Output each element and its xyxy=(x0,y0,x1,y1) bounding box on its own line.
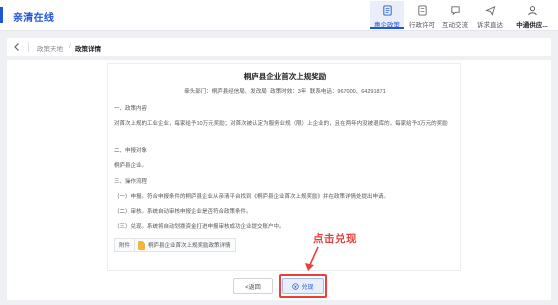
attachment-row: 附件 桐庐县企业首次上规奖励政策详情 xyxy=(114,238,236,252)
attachment-link[interactable]: 桐庐县企业首次上规奖励政策详情 xyxy=(135,240,235,250)
nav-item-label: 互动交流 xyxy=(442,22,468,29)
policy-doc-icon xyxy=(382,5,392,16)
attachment-name: 桐庐县企业首次上规奖励政策详情 xyxy=(148,243,231,249)
nav-item-label: 诉求直达 xyxy=(477,22,503,29)
process-step: （三）兑现。系统将自动划拨资金打进申报审核成功企业提交账户中。 xyxy=(114,224,285,230)
section-heading: 一、政策内容 xyxy=(114,106,148,112)
policy-title: 桐庐县企业首次上规奖励 xyxy=(243,72,327,81)
redeem-button[interactable]: 兑现 xyxy=(282,278,324,294)
policy-meta: 牵头部门：桐庐县经信局、发改局 政策时效：3年 联系电话：967000、6429… xyxy=(184,89,386,95)
breadcrumb: 政策天地 / 政策详情 xyxy=(7,38,551,56)
brand-accent-bar xyxy=(0,7,3,23)
nav-item-permit[interactable]: 行政许可 xyxy=(405,3,439,29)
file-icon xyxy=(138,240,145,250)
user-icon xyxy=(527,6,537,16)
back-button[interactable]: <返回 xyxy=(233,278,273,294)
attachment-label: 附件 xyxy=(115,239,136,251)
section-heading: 二、申报对象 xyxy=(114,148,148,154)
breadcrumb-separator: / xyxy=(69,43,71,50)
user-menu[interactable]: 中通供应... xyxy=(512,3,552,29)
app-title[interactable]: 亲清在线 xyxy=(13,9,54,24)
user-name: 中通供应... xyxy=(516,22,548,29)
top-bar: 亲清在线 惠企政策 行政许可 互动交流 诉求直达 中通供应... xyxy=(0,0,558,31)
breadcrumb-parent[interactable]: 政策天地 xyxy=(37,43,63,53)
nav-item-policy[interactable]: 惠企政策 xyxy=(370,1,404,29)
annotation-text: 点击兑现 xyxy=(313,233,357,245)
chat-bubble-icon xyxy=(450,6,460,16)
nav-item-appeal[interactable]: 诉求直达 xyxy=(473,3,507,29)
applicant-text: 桐庐县企业。 xyxy=(114,163,148,169)
policy-content: 对首次上规的工业企业，每家给予10万元奖励；对首次被认定为服务业规（限）上企业的… xyxy=(114,121,448,127)
process-step: （二）审核。系统自动审核申报企业是否符合政策条件。 xyxy=(114,209,252,215)
breadcrumb-divider xyxy=(28,42,29,52)
policy-document: 桐庐县企业首次上规奖励 牵头部门：桐庐县经信局、发改局 政策时效：3年 联系电话… xyxy=(107,63,461,271)
permit-doc-icon xyxy=(417,5,427,16)
breadcrumb-current: 政策详情 xyxy=(75,46,101,53)
chevron-left-icon[interactable] xyxy=(11,41,23,53)
redeem-icon xyxy=(292,282,300,290)
nav-item-interaction[interactable]: 互动交流 xyxy=(438,3,472,29)
nav-item-label: 惠企政策 xyxy=(374,22,400,29)
annotation-arrow-icon xyxy=(305,246,319,271)
redeem-label: 兑现 xyxy=(301,284,314,291)
section-heading: 三、操作流程 xyxy=(114,179,148,185)
main-panel: 桐庐县企业首次上规奖励 牵头部门：桐庐县经信局、发改局 政策时效：3年 联系电话… xyxy=(7,60,551,300)
process-step: （一）申报。符合申报条件的桐庐县企业从亲清平台找到《桐庐县企业首次上规奖励》并在… xyxy=(114,194,390,200)
send-icon xyxy=(484,6,495,16)
nav-item-label: 行政许可 xyxy=(409,22,435,29)
